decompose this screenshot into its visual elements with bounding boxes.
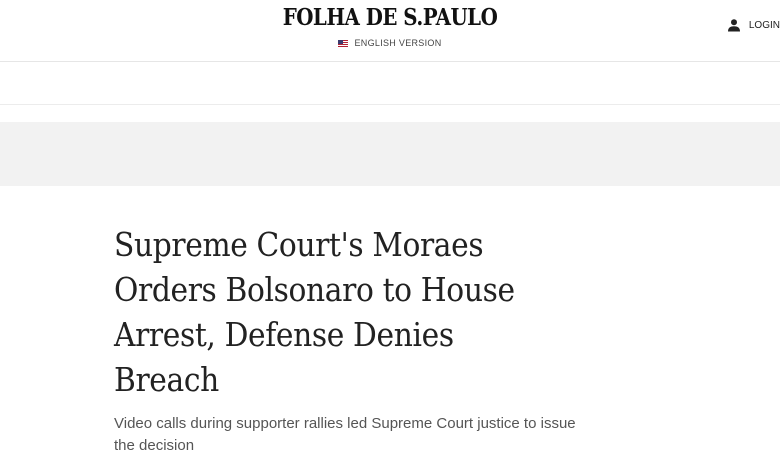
login-button[interactable]: LOGIN [727, 18, 780, 32]
article-subheadline: Video calls during supporter rallies led… [114, 415, 576, 454]
site-logo[interactable]: FOLHA DE S.PAULO [55, 4, 726, 31]
english-version-label: ENGLISH VERSION [354, 38, 442, 48]
article-headline: Supreme Court's Moraes Orders Bolsonaro … [114, 225, 515, 399]
login-label: LOGIN [748, 19, 780, 31]
site-header: FOLHA DE S.PAULO ENGLISH VERSION LOGIN [0, 0, 780, 62]
ad-banner [0, 122, 780, 186]
us-flag-icon [338, 39, 349, 47]
navigation-bar [0, 62, 780, 105]
user-icon [727, 19, 740, 32]
english-version-link[interactable]: ENGLISH VERSION [338, 38, 441, 48]
edition-switcher: ENGLISH VERSION [0, 38, 780, 49]
